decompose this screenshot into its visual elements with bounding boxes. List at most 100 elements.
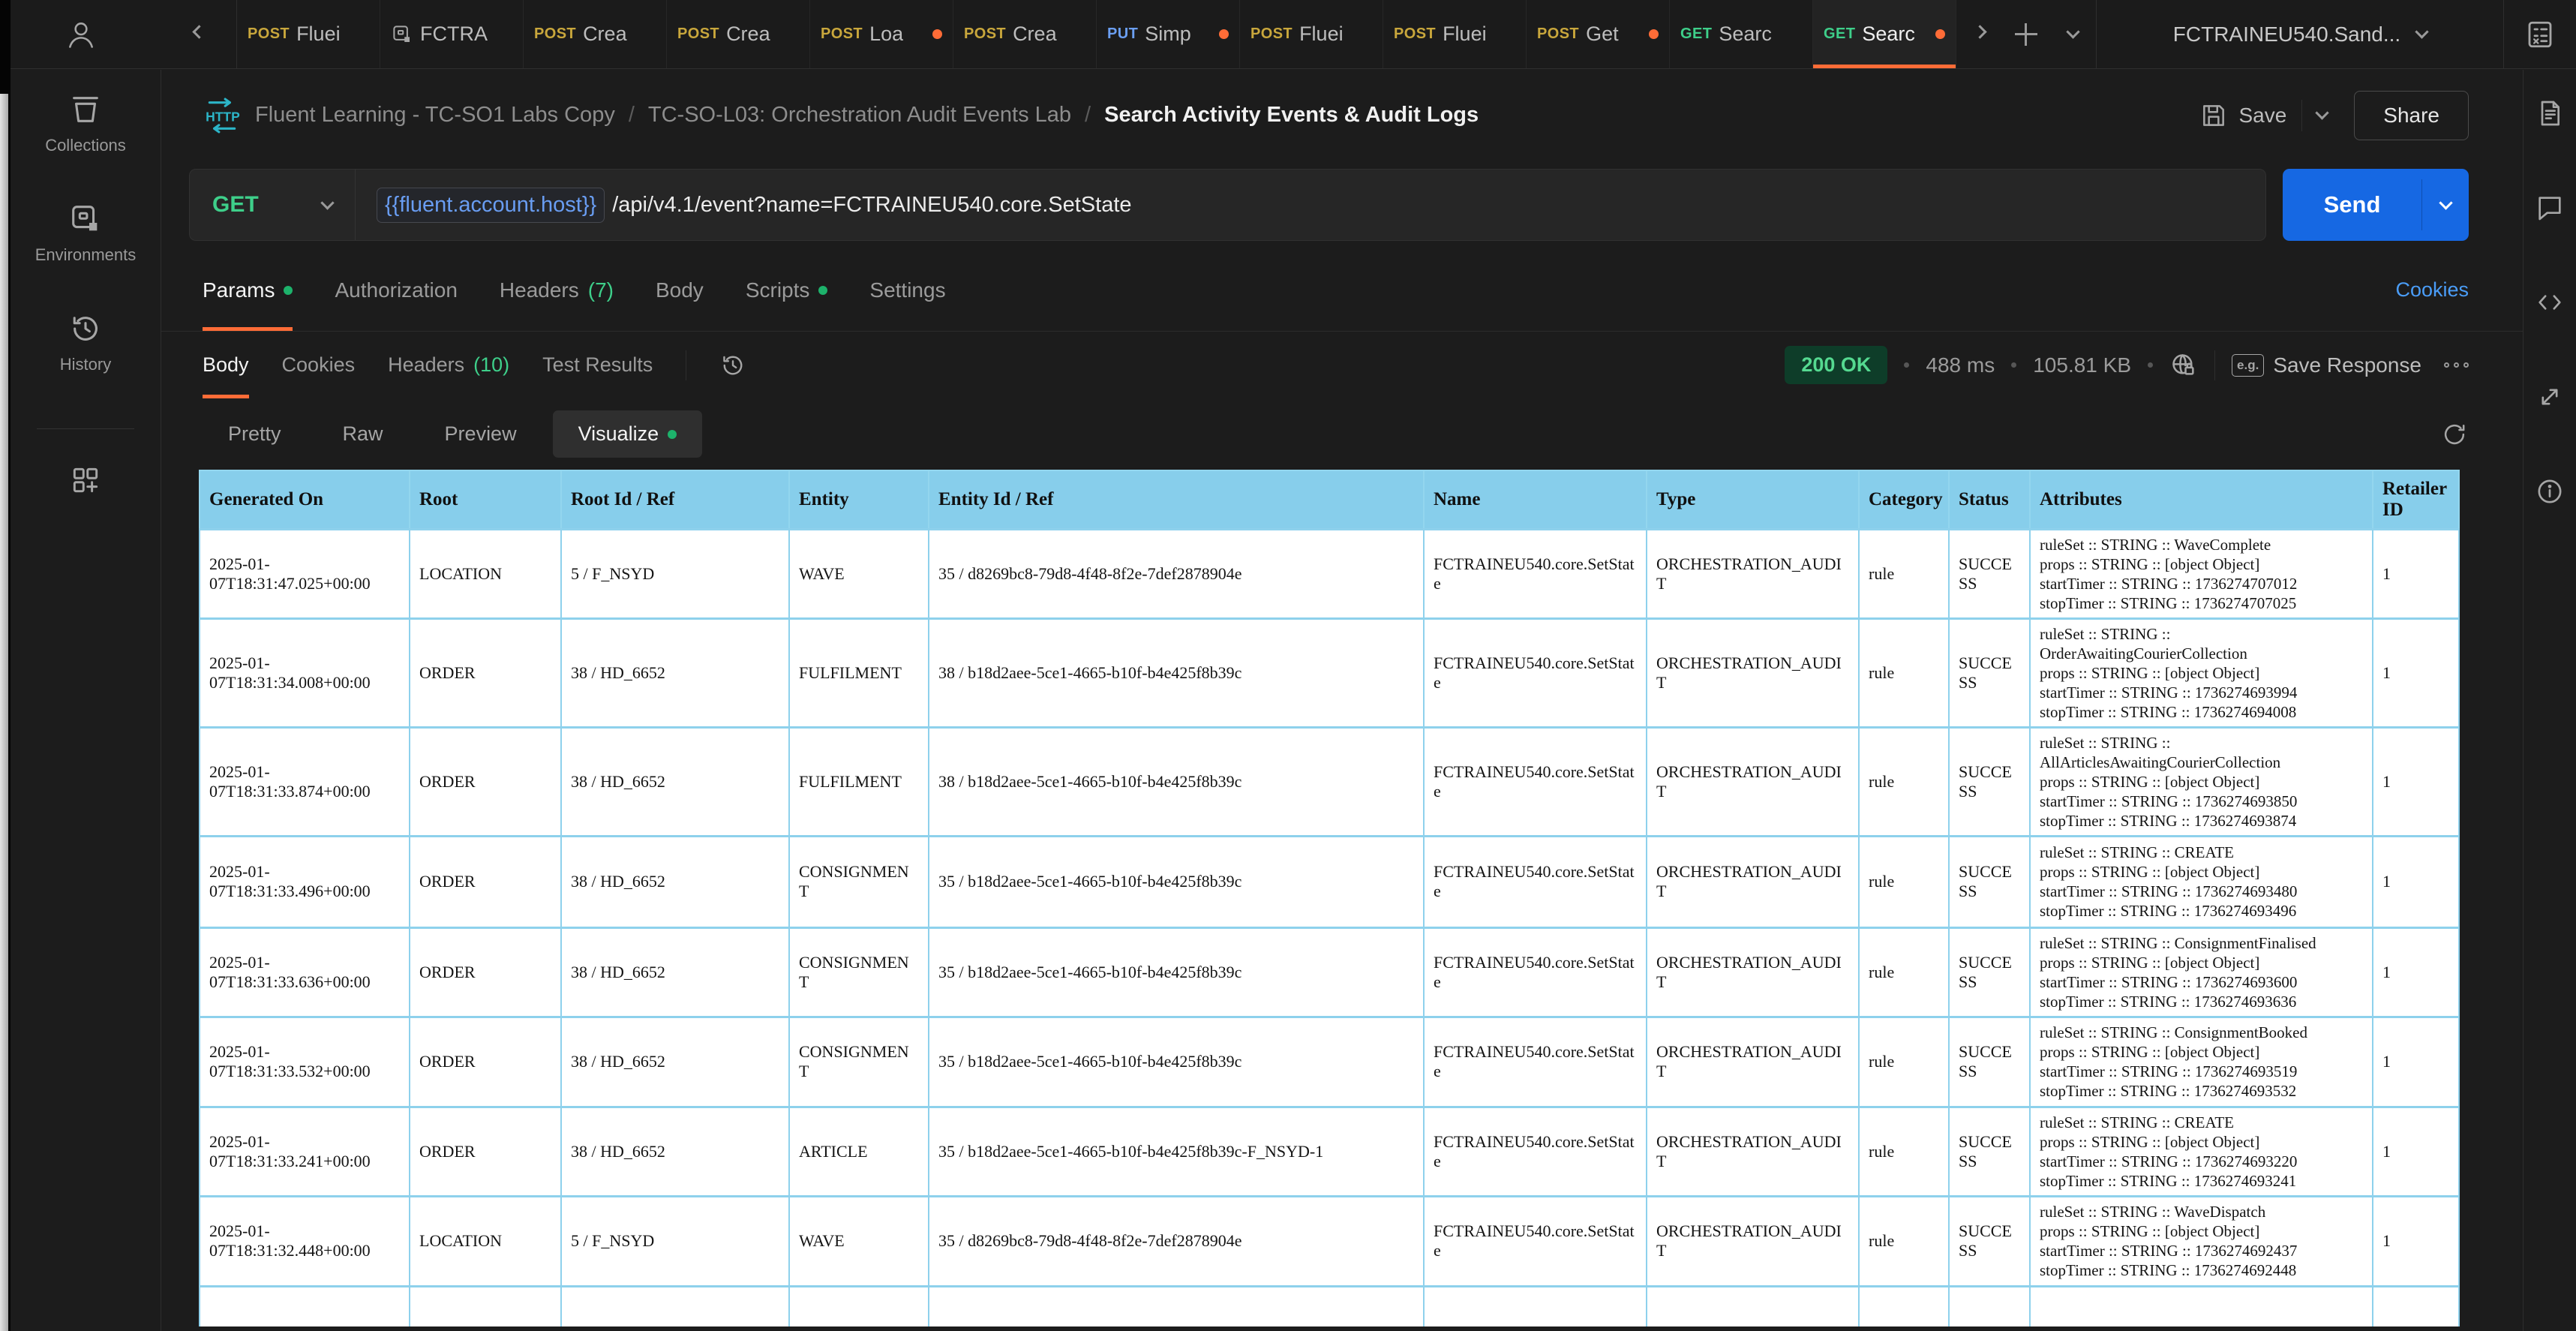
table-cell-category: rule (1858, 1015, 1950, 1107)
table-row: 2025-01-07T18:31:33.241+00:00 ORDER 38 / H… (199, 1105, 2460, 1197)
comments-icon[interactable] (2535, 193, 2565, 223)
sidebar-item-environments[interactable]: Environments (35, 202, 136, 265)
request-tab-3[interactable]: POST Crea (524, 0, 667, 68)
request-tab-9[interactable]: POST Fluei (1383, 0, 1527, 68)
documentation-icon[interactable] (2535, 98, 2565, 128)
tab-scripts[interactable]: Scripts (746, 249, 828, 331)
tab-headers[interactable]: Headers (7) (500, 249, 614, 331)
info-icon[interactable] (2535, 476, 2565, 506)
unsaved-dot (1219, 29, 1229, 39)
request-tab-11[interactable]: GET Searc (1670, 0, 1813, 68)
sidebar-item-label: History (59, 355, 112, 374)
table-cell-retailer-id: 1 (2372, 1194, 2460, 1287)
tab-method-label: POST (1250, 26, 1293, 42)
tab-params[interactable]: Params (203, 249, 293, 331)
table-cell-category: rule (1858, 726, 1950, 837)
tab-menu-button[interactable] (2049, 0, 2096, 68)
tab-title: Fluei (1443, 23, 1487, 45)
account-button[interactable] (0, 0, 161, 68)
tab-title: Crea (1013, 23, 1057, 45)
tab-settings[interactable]: Settings (869, 249, 945, 331)
request-tab-8[interactable]: POST Fluei (1240, 0, 1383, 68)
more-options-button[interactable] (2444, 362, 2469, 368)
table-cell-status: SUCCESS (1948, 527, 2031, 619)
table-cell-root: ORDER (409, 617, 562, 728)
table-cell-generated-on: 2025-01-07T18:31:32.448+00:00 (199, 1194, 410, 1287)
chevron-down-icon (2415, 25, 2429, 39)
tab-title: Searc (1719, 23, 1772, 45)
save-button[interactable]: Save (2199, 101, 2286, 130)
cookies-link[interactable]: Cookies (2395, 278, 2469, 302)
share-button[interactable]: Share (2354, 90, 2469, 140)
table-header-row: Generated On Root Root Id / Ref Entity Entit… (199, 470, 2460, 530)
new-tab-button[interactable] (2003, 0, 2049, 68)
attribute-line: startTimer :: STRING :: 1736274693220 (2040, 1152, 2298, 1170)
status-badge[interactable]: 200 OK (1785, 346, 1888, 384)
url-input[interactable]: {{fluent.account.host}} /api/v4.1/event?… (356, 187, 1153, 223)
refresh-icon[interactable] (2440, 420, 2469, 449)
response-tab-headers[interactable]: Headers (10) (388, 332, 509, 398)
view-tab-raw[interactable]: Raw (317, 410, 409, 458)
tab-body[interactable]: Body (656, 249, 704, 331)
request-title[interactable]: Search Activity Events & Audit Logs (1104, 103, 1479, 128)
request-tab-12[interactable]: GET Searc (1813, 0, 1956, 68)
tab-method-label: POST (248, 26, 290, 42)
table-cell-name (1423, 1284, 1647, 1326)
request-tab-2[interactable]: FCTRA (380, 0, 524, 68)
environment-quick-look-button[interactable] (2504, 0, 2576, 68)
request-tab-4[interactable]: POST Crea (667, 0, 810, 68)
code-icon[interactable] (2535, 287, 2565, 317)
url-variable-chip[interactable]: {{fluent.account.host}} (377, 187, 605, 223)
table-cell-root: ORDER (409, 1015, 562, 1107)
divider (2214, 350, 2216, 380)
attribute-line: props :: STRING :: [object Object] (2040, 772, 2260, 791)
attribute-line: props :: STRING :: [object Object] (2040, 554, 2260, 573)
attribute-line: props :: STRING :: [object Object] (2040, 1132, 2260, 1151)
method-select[interactable]: GET (190, 192, 355, 218)
table-cell-category: rule (1858, 527, 1950, 619)
tab-title: Fluei (1299, 23, 1344, 45)
environment-selector[interactable]: FCTRAINEU540.Sand... (2097, 0, 2503, 68)
response-tab-test-results[interactable]: Test Results (542, 332, 653, 398)
table-column-header: Retailer ID (2372, 470, 2460, 530)
table-cell-entity: FULFILMENT (788, 617, 929, 728)
save-options-chevron-icon[interactable] (2315, 106, 2329, 120)
request-tab-6[interactable]: POST Crea (953, 0, 1097, 68)
sidebar-item-history[interactable]: History (60, 311, 111, 374)
network-globe-icon[interactable] (2169, 351, 2198, 380)
request-tab-10[interactable]: POST Get (1527, 0, 1670, 68)
request-tab-5[interactable]: POST Loa (810, 0, 953, 68)
tab-scroll-right-button[interactable] (1956, 0, 2003, 68)
expand-arrows-icon[interactable] (2535, 382, 2565, 412)
view-tab-visualize[interactable]: Visualize (552, 410, 703, 458)
table-cell-status: SUCCESS (1948, 1105, 2031, 1197)
tab-label: Body (655, 278, 704, 302)
response-tab-cookies[interactable]: Cookies (282, 332, 356, 398)
request-tab-1[interactable]: POST Fluei (237, 0, 380, 68)
dot-separator (1904, 362, 1910, 368)
unsaved-dot (1649, 29, 1659, 39)
view-tab-preview[interactable]: Preview (419, 410, 542, 458)
request-tab-7[interactable]: PUT Simp (1097, 0, 1240, 68)
tab-scroll-left-button[interactable] (161, 0, 236, 68)
view-tab-pretty[interactable]: Pretty (203, 410, 307, 458)
table-cell-entity-id-ref: 35 / b18d2aee-5ce1-4665-b10f-b4e425f8b39… (928, 834, 1425, 928)
send-options-button[interactable] (2422, 169, 2469, 241)
send-button[interactable]: Send (2283, 169, 2469, 241)
table-column-header: Type (1646, 470, 1860, 530)
breadcrumb-collection[interactable]: Fluent Learning - TC-SO1 Labs Copy (255, 103, 615, 128)
breadcrumb-folder[interactable]: TC-SO-L03: Orchestration Audit Events La… (648, 103, 1071, 128)
table-cell-root-id-ref: 38 / HD_6652 (560, 617, 790, 728)
attribute-line: ruleSet :: STRING :: CREATE (2040, 1113, 2234, 1131)
attribute-line: ruleSet :: STRING :: CREATE (2040, 843, 2234, 861)
response-history-icon[interactable] (719, 352, 746, 379)
tab-label: Settings (869, 278, 946, 302)
table-column-header: Root Id / Ref (560, 470, 790, 530)
table-cell-root-id-ref: 38 / HD_6652 (560, 726, 790, 837)
save-response-button[interactable]: e.g. Save Response (2232, 353, 2421, 377)
table-cell-attributes: ruleSet :: STRING :: ConsignmentFinalise… (2029, 926, 2373, 1017)
sidebar-configure-button[interactable] (69, 464, 102, 497)
sidebar-item-collections[interactable]: Collections (45, 92, 126, 155)
tab-authorization[interactable]: Authorization (335, 249, 457, 331)
response-tab-body[interactable]: Body (203, 332, 249, 398)
